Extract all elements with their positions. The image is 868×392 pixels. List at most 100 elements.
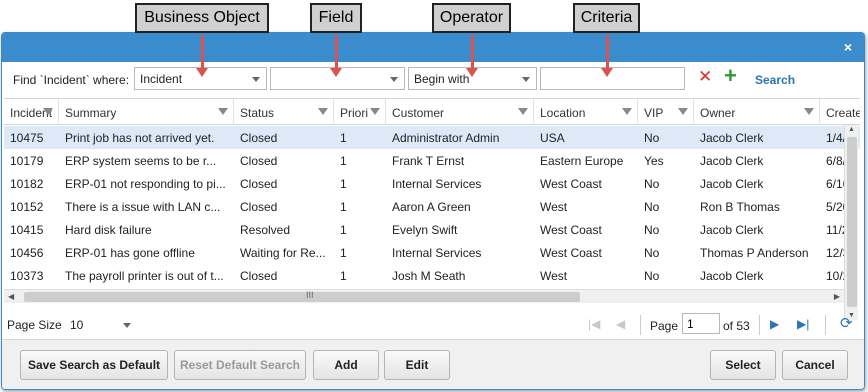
filter-icon[interactable] [218, 108, 228, 115]
cell-vip: No [644, 131, 660, 145]
filter-icon[interactable] [370, 108, 380, 115]
column-header-owner[interactable]: Owner [694, 99, 820, 125]
cell-priority: 1 [340, 177, 347, 191]
last-page-icon[interactable]: ▶| [797, 317, 809, 331]
header-label: Owner [700, 106, 736, 120]
scroll-thumb[interactable]: III [24, 290, 580, 302]
chevron-down-icon[interactable] [123, 323, 131, 328]
select-button[interactable]: Select [710, 350, 776, 380]
filter-icon[interactable] [318, 108, 328, 115]
header-label: VIP [644, 106, 664, 120]
filter-icon[interactable] [518, 108, 528, 115]
results-grid: Incident Summary Status Priori Customer … [4, 98, 860, 306]
cell-status: Closed [240, 154, 278, 168]
callout-business-object: Business Object [135, 3, 269, 33]
table-row[interactable]: 10475 Print job has not arrived yet. Clo… [4, 126, 860, 149]
column-header-created[interactable]: Create [820, 99, 860, 125]
cell-priority: 1 [340, 223, 347, 237]
cell-summary: ERP-01 has gone offline [65, 246, 195, 260]
edit-button[interactable]: Edit [384, 350, 450, 380]
scroll-thumb[interactable] [847, 137, 857, 307]
reset-default-search-button[interactable]: Reset Default Search [174, 350, 306, 380]
cell-incident: 10456 [10, 246, 44, 260]
next-page-icon[interactable]: ▶ [770, 317, 779, 331]
table-row[interactable]: 10456 ERP-01 has gone offline Waiting fo… [4, 241, 860, 264]
pager: Page Size 10 |◀ ◀ Page of 53 ▶ ▶| ⟳ [2, 310, 864, 340]
cell-summary: Print job has not arrived yet. [65, 131, 215, 145]
cell-incident: 10415 [10, 223, 44, 237]
cell-status: Closed [240, 131, 278, 145]
filter-icon[interactable] [678, 108, 688, 115]
search-button[interactable]: Search [755, 73, 795, 87]
find-bar: Find `Incident` where: Incident Begin wi… [2, 62, 864, 98]
dialog-footer: Save Search as Default Reset Default Sea… [2, 339, 864, 389]
scroll-right-icon[interactable]: ▶ [834, 292, 840, 301]
cell-status: Closed [240, 177, 278, 191]
cell-owner: Ron B Thomas [700, 200, 780, 214]
refresh-icon[interactable]: ⟳ [840, 314, 853, 332]
cell-location: West Coast [540, 246, 602, 260]
column-header-status[interactable]: Status [234, 99, 334, 125]
header-label: Priori [340, 106, 369, 120]
column-header-priority[interactable]: Priori [334, 99, 386, 125]
cell-vip: No [644, 269, 660, 283]
first-page-icon[interactable]: |◀ [588, 317, 600, 331]
cell-owner: Jacob Clerk [700, 223, 764, 237]
close-icon[interactable]: × [844, 39, 852, 55]
cell-location: Eastern Europe [540, 154, 624, 168]
table-row[interactable]: 10152 There is a issue with LAN c... Clo… [4, 195, 860, 218]
header-label: Customer [392, 106, 445, 120]
add-button[interactable]: Add [313, 350, 379, 380]
column-header-location[interactable]: Location [534, 99, 638, 125]
prev-page-icon[interactable]: ◀ [616, 317, 625, 331]
cell-customer: Administrator Admin [392, 131, 500, 145]
filter-icon[interactable] [43, 108, 53, 115]
pager-divider [759, 315, 760, 335]
cell-vip: No [644, 200, 660, 214]
cell-vip: No [644, 246, 660, 260]
cell-owner: Jacob Clerk [700, 269, 764, 283]
filter-icon[interactable] [804, 108, 814, 115]
cell-summary: Hard disk failure [65, 223, 152, 237]
table-row[interactable]: 10179 ERP system seems to be r... Closed… [4, 149, 860, 172]
cell-vip: Yes [644, 154, 664, 168]
scroll-up-icon[interactable]: ▲ [848, 126, 855, 133]
filter-icon[interactable] [622, 108, 632, 115]
cell-incident: 10182 [10, 177, 44, 191]
save-search-default-button[interactable]: Save Search as Default [20, 350, 168, 380]
column-header-summary[interactable]: Summary [59, 99, 234, 125]
page-size-select[interactable]: 10 [70, 318, 83, 332]
column-header-incident[interactable]: Incident [4, 99, 59, 125]
cell-incident: 10152 [10, 200, 44, 214]
callout-arrow [601, 35, 613, 77]
cell-priority: 1 [340, 131, 347, 145]
column-header-customer[interactable]: Customer [386, 99, 534, 125]
cell-summary: ERP-01 not responding to pi... [65, 177, 226, 191]
clear-icon[interactable]: ✕ [698, 67, 712, 87]
table-row[interactable]: 10415 Hard disk failure Resolved 1 Evely… [4, 218, 860, 241]
callout-field: Field [310, 3, 362, 33]
cell-priority: 1 [340, 154, 347, 168]
column-header-vip[interactable]: VIP [638, 99, 694, 125]
dialog-titlebar: × [2, 33, 864, 62]
page-number-input[interactable] [682, 313, 720, 334]
scroll-grip: III [306, 290, 314, 300]
vertical-scrollbar[interactable]: ▲ ▼ [844, 125, 858, 320]
header-label: Create [826, 106, 860, 120]
cell-customer: Frank T Ernst [392, 154, 465, 168]
cancel-button[interactable]: Cancel [782, 350, 848, 380]
pager-divider [825, 315, 826, 335]
table-row[interactable]: 10373 The payroll printer is out of t...… [4, 264, 860, 287]
callout-arrow [196, 35, 208, 77]
cell-owner: Jacob Clerk [700, 131, 764, 145]
cell-summary: There is a issue with LAN c... [65, 200, 221, 214]
add-criteria-icon[interactable]: + [724, 63, 737, 89]
cell-vip: No [644, 177, 660, 191]
cell-summary: The payroll printer is out of t... [65, 269, 224, 283]
scroll-left-icon[interactable]: ◀ [8, 292, 14, 301]
callout-criteria: Criteria [573, 3, 640, 33]
callout-arrow [466, 35, 478, 77]
horizontal-scrollbar[interactable]: ◀ III ▶ [4, 289, 844, 303]
cell-customer: Internal Services [392, 177, 482, 191]
table-row[interactable]: 10182 ERP-01 not responding to pi... Clo… [4, 172, 860, 195]
